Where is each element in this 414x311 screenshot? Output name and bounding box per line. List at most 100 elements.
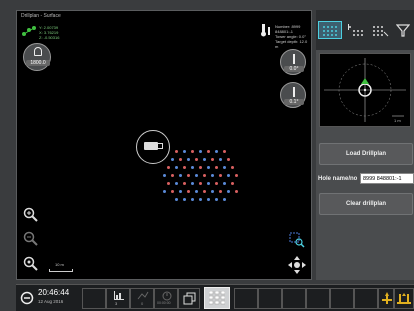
hole-selection-icon[interactable] bbox=[370, 24, 390, 38]
drill-hole[interactable] bbox=[211, 190, 214, 193]
zoom-selection-icon[interactable] bbox=[289, 232, 305, 248]
drill-hole[interactable] bbox=[191, 166, 194, 169]
drill-hole[interactable] bbox=[179, 174, 182, 177]
drill-hole[interactable] bbox=[191, 182, 194, 185]
drill-hole[interactable] bbox=[215, 182, 218, 185]
grid-view-button[interactable] bbox=[318, 21, 342, 39]
status-bar: 20:46:44 12 Aug 2016 3 0 00:00:00 bbox=[16, 284, 414, 311]
drill-hole[interactable] bbox=[187, 174, 190, 177]
drill-hole[interactable] bbox=[191, 198, 194, 201]
compass-scale: 1 m bbox=[394, 118, 401, 123]
drill-hole[interactable] bbox=[199, 198, 202, 201]
speed-icon bbox=[137, 291, 149, 300]
drill-hole[interactable] bbox=[183, 150, 186, 153]
drill-hole[interactable] bbox=[179, 158, 182, 161]
drill-hole[interactable] bbox=[223, 182, 226, 185]
drill-hole[interactable] bbox=[187, 158, 190, 161]
drill-hole[interactable] bbox=[171, 174, 174, 177]
right-panel: 1 m Load Drillplan Hole name/no Clear dr… bbox=[316, 10, 414, 280]
drill-hole[interactable] bbox=[231, 182, 234, 185]
drill-hole[interactable] bbox=[223, 198, 226, 201]
depth-gauge-segment[interactable]: 3 bbox=[106, 288, 130, 309]
filter-icon[interactable] bbox=[396, 23, 410, 37]
drill-hole[interactable] bbox=[211, 158, 214, 161]
drill-hole[interactable] bbox=[175, 198, 178, 201]
drill-hole[interactable] bbox=[219, 190, 222, 193]
drill-hole[interactable] bbox=[227, 158, 230, 161]
windows-segment[interactable] bbox=[178, 288, 200, 309]
drill-hole[interactable] bbox=[183, 198, 186, 201]
drill-hole[interactable] bbox=[203, 190, 206, 193]
drill-hole[interactable] bbox=[207, 166, 210, 169]
empty-segment-5 bbox=[330, 288, 354, 309]
drill-hole[interactable] bbox=[235, 174, 238, 177]
drill-hole[interactable] bbox=[223, 150, 226, 153]
drill-hole[interactable] bbox=[171, 190, 174, 193]
clear-drillplan-button[interactable]: Clear drillplan bbox=[319, 193, 413, 215]
drill-hole[interactable] bbox=[215, 166, 218, 169]
drill-hole[interactable] bbox=[203, 174, 206, 177]
drill-hole[interactable] bbox=[215, 150, 218, 153]
power-icon[interactable] bbox=[20, 291, 34, 305]
drill-hole[interactable] bbox=[171, 158, 174, 161]
hole-grid-icon bbox=[323, 26, 337, 36]
clock-date: 12 Aug 2016 bbox=[38, 299, 64, 304]
empty-segment-2 bbox=[258, 288, 282, 309]
drill-hole[interactable] bbox=[199, 182, 202, 185]
drill-hole[interactable] bbox=[183, 166, 186, 169]
timer-segment: 00:00:00 bbox=[154, 288, 178, 309]
drill-hole[interactable] bbox=[199, 150, 202, 153]
drill-hole[interactable] bbox=[175, 182, 178, 185]
hole-name-input[interactable] bbox=[360, 173, 414, 184]
drill-hole[interactable] bbox=[215, 198, 218, 201]
drillplan-map[interactable]: Drillplan - Surface Y: 2.00739 X: 3.7621… bbox=[16, 10, 312, 280]
pan-icon[interactable] bbox=[287, 255, 307, 275]
drill-hole[interactable] bbox=[227, 190, 230, 193]
timer-icon bbox=[162, 291, 172, 301]
app-menu-button[interactable] bbox=[204, 287, 230, 309]
drill-hole[interactable] bbox=[219, 174, 222, 177]
rig-positioning-icon bbox=[382, 292, 392, 304]
scale-bar bbox=[49, 269, 73, 272]
speed-segment: 0 bbox=[130, 288, 154, 309]
status-segment bbox=[82, 288, 106, 309]
drill-hole[interactable] bbox=[227, 174, 230, 177]
clock-time: 20:46:44 bbox=[38, 288, 70, 297]
zoom-reset-icon[interactable] bbox=[23, 256, 39, 272]
empty-segment-1 bbox=[234, 288, 258, 309]
drill-hole[interactable] bbox=[195, 158, 198, 161]
rig-status-segment[interactable] bbox=[378, 288, 394, 309]
drill-hole[interactable] bbox=[235, 190, 238, 193]
drill-hole[interactable] bbox=[211, 174, 214, 177]
view-mode-toolbar bbox=[316, 10, 414, 50]
drill-hole[interactable] bbox=[207, 150, 210, 153]
drill-hole[interactable] bbox=[163, 190, 166, 193]
drill-hole[interactable] bbox=[223, 166, 226, 169]
drill-rig-icon bbox=[397, 293, 411, 304]
drill-hole[interactable] bbox=[179, 190, 182, 193]
drill-hole[interactable] bbox=[175, 166, 178, 169]
drill-hole[interactable] bbox=[199, 166, 202, 169]
drill-hole[interactable] bbox=[195, 190, 198, 193]
drill-hole[interactable] bbox=[231, 166, 234, 169]
timer-value: 00:00:00 bbox=[157, 301, 171, 305]
drill-hole[interactable] bbox=[195, 174, 198, 177]
drill-hole[interactable] bbox=[207, 198, 210, 201]
zoom-in-icon[interactable] bbox=[23, 207, 39, 223]
compass-graphic bbox=[324, 58, 406, 122]
load-drillplan-button[interactable]: Load Drillplan bbox=[319, 143, 413, 165]
drill-hole[interactable] bbox=[207, 182, 210, 185]
hole-numbers-icon[interactable] bbox=[346, 24, 366, 38]
drill-hole[interactable] bbox=[183, 182, 186, 185]
empty-segment-4 bbox=[306, 288, 330, 309]
zoom-out-icon[interactable] bbox=[23, 231, 39, 247]
drill-hole[interactable] bbox=[163, 174, 166, 177]
drill-status-segment[interactable] bbox=[394, 288, 414, 309]
drill-hole[interactable] bbox=[219, 158, 222, 161]
drill-hole[interactable] bbox=[187, 190, 190, 193]
drill-hole[interactable] bbox=[167, 182, 170, 185]
drill-hole[interactable] bbox=[203, 158, 206, 161]
drill-hole[interactable] bbox=[167, 166, 170, 169]
drill-hole[interactable] bbox=[175, 150, 178, 153]
drill-hole[interactable] bbox=[191, 150, 194, 153]
